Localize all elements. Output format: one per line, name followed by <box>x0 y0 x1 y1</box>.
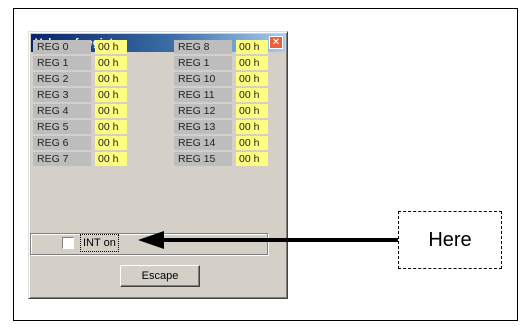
register-row: REG 3 00 h <box>33 88 127 102</box>
register-label: REG 6 <box>33 136 91 150</box>
register-label: REG 8 <box>174 40 232 54</box>
register-value: 00 h <box>95 72 127 86</box>
register-label: REG 7 <box>33 152 91 166</box>
register-value: 00 h <box>236 40 268 54</box>
register-label: REG 1 <box>174 56 232 70</box>
arrow-head <box>138 231 164 249</box>
register-value: 00 h <box>236 56 268 70</box>
register-value: 00 h <box>236 104 268 118</box>
register-label: REG 4 <box>33 104 91 118</box>
register-row: REG 11 00 h <box>174 88 268 102</box>
register-label: REG 15 <box>174 152 232 166</box>
register-label: REG 10 <box>174 72 232 86</box>
register-row: REG 1 00 h <box>174 56 268 70</box>
register-label: REG 0 <box>33 40 91 54</box>
register-row: REG 13 00 h <box>174 120 268 134</box>
register-row: REG 0 00 h <box>33 40 127 54</box>
register-row: REG 5 00 h <box>33 120 127 134</box>
register-value: 00 h <box>95 40 127 54</box>
register-value: 00 h <box>236 72 268 86</box>
register-label: REG 5 <box>33 120 91 134</box>
register-row: REG 4 00 h <box>33 104 127 118</box>
register-label: REG 11 <box>174 88 232 102</box>
register-value: 00 h <box>236 152 268 166</box>
register-row: REG 7 00 h <box>33 152 127 166</box>
register-value: 00 h <box>236 88 268 102</box>
register-value: 00 h <box>95 152 127 166</box>
register-label: REG 13 <box>174 120 232 134</box>
register-label: REG 14 <box>174 136 232 150</box>
register-value: 00 h <box>95 88 127 102</box>
register-label: REG 2 <box>33 72 91 86</box>
register-label: REG 3 <box>33 88 91 102</box>
register-row: REG 6 00 h <box>33 136 127 150</box>
register-row: REG 8 00 h <box>174 40 268 54</box>
callout-box: Here <box>398 211 502 269</box>
register-row: REG 10 00 h <box>174 72 268 86</box>
register-row: REG 2 00 h <box>33 72 127 86</box>
register-label: REG 12 <box>174 104 232 118</box>
register-value: 00 h <box>95 104 127 118</box>
register-value: 00 h <box>95 120 127 134</box>
register-value: 00 h <box>95 56 127 70</box>
callout-text: Here <box>428 228 472 251</box>
register-value: 00 h <box>95 136 127 150</box>
register-row: REG 12 00 h <box>174 104 268 118</box>
register-value: 00 h <box>236 120 268 134</box>
register-label: REG 1 <box>33 56 91 70</box>
register-value: 00 h <box>236 136 268 150</box>
register-row: REG 14 00 h <box>174 136 268 150</box>
register-row: REG 15 00 h <box>174 152 268 166</box>
register-row: REG 1 00 h <box>33 56 127 70</box>
